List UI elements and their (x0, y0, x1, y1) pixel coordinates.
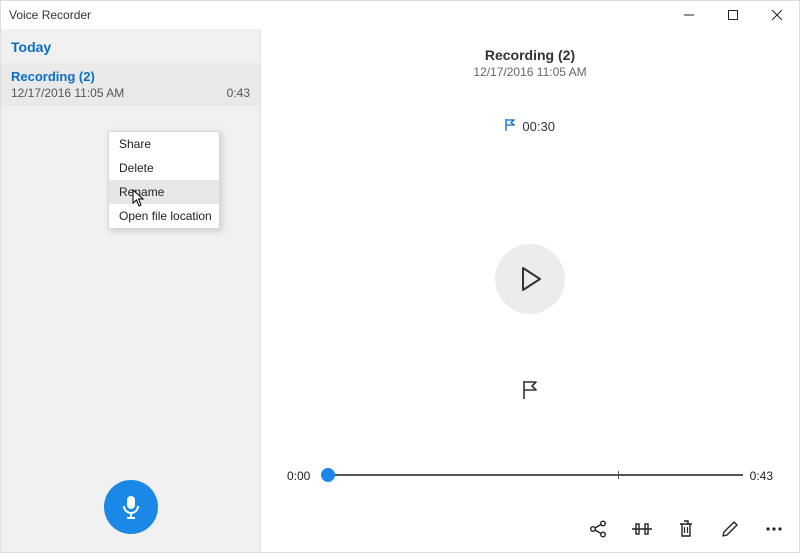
close-icon (771, 9, 783, 21)
main-header: Recording (2) 12/17/2016 11:05 AM (261, 29, 799, 79)
more-button[interactable] (763, 518, 785, 540)
slider-start-label: 0:00 (287, 469, 310, 483)
add-marker-row (261, 380, 799, 400)
close-button[interactable] (755, 1, 799, 29)
app-window: Voice Recorder Today Recording (2) 12/17… (0, 0, 800, 553)
maximize-icon (727, 9, 739, 21)
marker-row: 00:30 (261, 119, 799, 134)
flag-icon (505, 120, 518, 134)
menu-item-delete[interactable]: Delete (109, 156, 219, 180)
bottom-toolbar (587, 518, 785, 540)
play-icon (517, 265, 543, 293)
recording-meta: 12/17/2016 11:05 AM 0:43 (11, 86, 250, 100)
marker-time: 00:30 (522, 119, 555, 134)
recording-timestamp: 12/17/2016 11:05 AM (11, 86, 124, 100)
ellipsis-icon (764, 519, 784, 539)
playback-title: Recording (2) (261, 47, 799, 63)
trim-icon (631, 519, 653, 539)
slider-track (325, 474, 743, 476)
sidebar: Today Recording (2) 12/17/2016 11:05 AM … (1, 29, 261, 552)
recording-list-item[interactable]: Recording (2) 12/17/2016 11:05 AM 0:43 (1, 63, 260, 106)
delete-button[interactable] (675, 518, 697, 540)
titlebar: Voice Recorder (1, 1, 799, 29)
menu-item-open-file-location[interactable]: Open file location (109, 204, 219, 228)
main-panel: Recording (2) 12/17/2016 11:05 AM 00:30 (261, 29, 799, 552)
app-title: Voice Recorder (9, 8, 91, 22)
menu-item-share[interactable]: Share (109, 132, 219, 156)
trim-button[interactable] (631, 518, 653, 540)
menu-item-rename[interactable]: Rename (109, 180, 219, 204)
rename-button[interactable] (719, 518, 741, 540)
sidebar-section-header: Today (1, 29, 260, 63)
context-menu: Share Delete Rename Open file location (108, 131, 220, 229)
record-button[interactable] (104, 480, 158, 534)
slider-marker-tick (618, 471, 619, 479)
play-area (261, 244, 799, 314)
share-icon (588, 519, 608, 539)
flag-outline-icon (521, 380, 539, 400)
record-button-wrap (1, 480, 260, 552)
slider-end-label: 0:43 (750, 469, 773, 483)
maximize-button[interactable] (711, 1, 755, 29)
share-button[interactable] (587, 518, 609, 540)
playback-slider-area: 0:00 0:43 (261, 466, 799, 484)
slider-thumb[interactable] (321, 468, 335, 482)
add-marker-button[interactable] (521, 380, 539, 400)
minimize-button[interactable] (667, 1, 711, 29)
recording-title: Recording (2) (11, 69, 250, 84)
playback-slider[interactable]: 0:00 0:43 (287, 466, 773, 484)
content-area: Today Recording (2) 12/17/2016 11:05 AM … (1, 29, 799, 552)
microphone-icon (120, 494, 142, 520)
playback-subtitle: 12/17/2016 11:05 AM (261, 65, 799, 79)
pencil-icon (720, 519, 740, 539)
trash-icon (677, 519, 695, 539)
minimize-icon (683, 9, 695, 21)
recording-duration: 0:43 (227, 86, 250, 100)
play-button[interactable] (495, 244, 565, 314)
